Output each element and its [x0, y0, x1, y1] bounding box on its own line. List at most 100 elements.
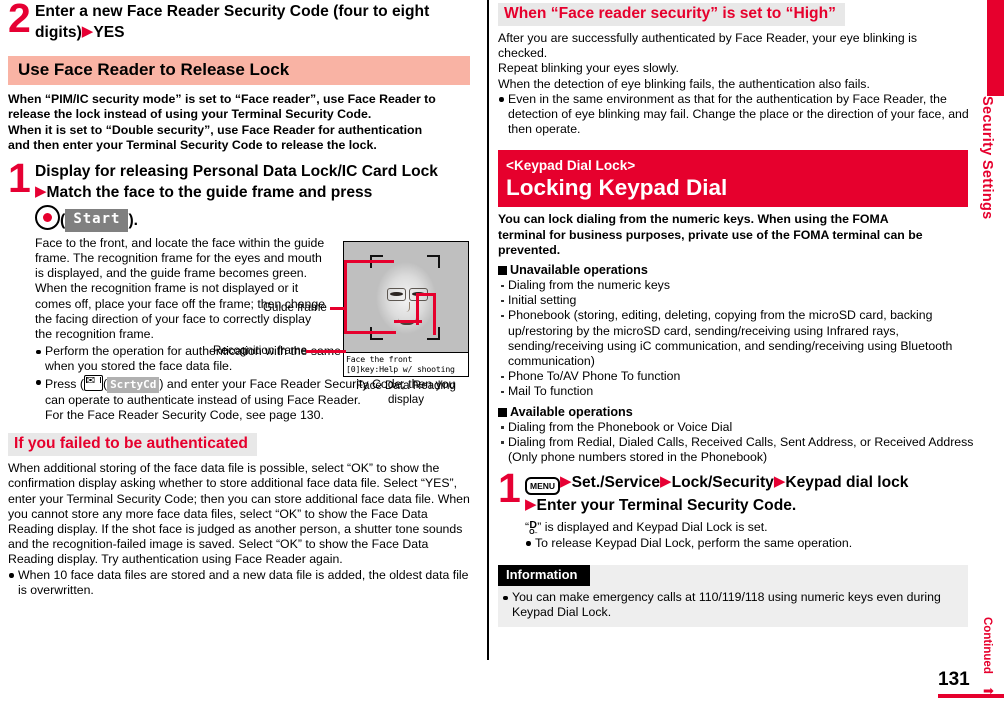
right-column: When “Face reader security” is set to “H… [498, 0, 973, 628]
intro-line-1: release the lock instead of using your T… [8, 107, 372, 122]
step-1-line-1: Display for releasing Personal Data Lock… [35, 163, 438, 180]
step-1-line-3-tail: ). [128, 212, 139, 230]
arrow-icon: ▶ [81, 22, 94, 40]
intro-line-0: When “PIM/IC security mode” is set to “F… [8, 92, 436, 107]
list-item: Dialing from the numeric keys [498, 278, 968, 293]
guide-frame-label: Guide frame [263, 301, 327, 314]
guide-frame-leader-v [344, 260, 347, 334]
recognition-frame-label-line [306, 350, 346, 353]
list-item: Mail To function [498, 384, 968, 399]
section-tab-label: Security Settings [979, 96, 995, 220]
unavailable-section: Unavailable operations Dialing from the … [498, 262, 968, 400]
mail-key-icon [83, 374, 103, 391]
high-security-heading: When “Face reader security” is set to “H… [498, 3, 845, 26]
step-1-text: Display for releasing Personal Data Lock… [35, 162, 478, 232]
information-title: Information [498, 565, 590, 587]
step-1-seg-2: Lock/Security [671, 474, 774, 492]
high-line-1: Repeat blinking your eyes slowly. [498, 61, 679, 76]
menu-key-icon: MENU [525, 477, 561, 496]
face-data-reading-figure: Face the front [0]key:Help w/ shooting F… [343, 241, 469, 407]
step-2-line-1: Enter a new Face Reader Security Code (f… [35, 3, 430, 20]
failed-heading-wrap: If you failed to be authenticated [8, 433, 478, 457]
step-1-seg-3: Keypad dial lock [785, 474, 909, 492]
unavailable-title: Unavailable operations [498, 262, 968, 278]
available-section: Available operations Dialing from the Ph… [498, 404, 973, 466]
section-tab-block [987, 0, 1004, 96]
intro-paragraph: When “PIM/IC security mode” is set to “F… [8, 92, 478, 153]
bullet-item: To release Keypad Dial Lock, perform the… [525, 536, 965, 551]
chapter-intro-line-1: terminal for business purposes, private … [498, 227, 923, 242]
chapter-title: Locking Keypad Dial [506, 175, 728, 201]
list-item: Initial setting [498, 293, 968, 308]
failed-heading: If you failed to be authenticated [8, 433, 257, 457]
bullet-item: When 10 face data files are stored and a… [8, 568, 470, 598]
high-line-0: After you are successfully authenticated… [498, 31, 918, 61]
phone-screenshot: Face the front [0]key:Help w/ shooting [343, 241, 469, 377]
arrow-icon: ▶ [660, 473, 672, 491]
list-item: Phonebook (storing, editing, deleting, c… [498, 308, 970, 369]
step-2-text: Enter a new Face Reader Security Code (f… [35, 2, 478, 42]
list-item: Dialing from the Phonebook or Voice Dial [498, 420, 968, 435]
figure-caption-line-1: Face Data Reading [356, 379, 456, 392]
arrow-icon: ▶ [35, 182, 47, 200]
high-line-2: When the detection of eye blinking fails… [498, 76, 870, 91]
step-1-line-2: Match the face to the guide frame and pr… [46, 183, 373, 201]
chapter-tag: <Keypad Dial Lock> [506, 158, 636, 174]
face-image [344, 242, 468, 352]
step-2: 2 Enter a new Face Reader Security Code … [8, 0, 478, 42]
bullet-item: You can make emergency calls at 110/119/… [502, 590, 967, 620]
section-title-use-face-reader: Use Face Reader to Release Lock [8, 56, 470, 86]
chapter-intro-line-0: You can lock dialing from the numeric ke… [498, 212, 889, 227]
start-softkey-icon: Start [65, 209, 129, 232]
manual-page: 2 Enter a new Face Reader Security Code … [0, 0, 1004, 702]
chapter-header: <Keypad Dial Lock> Locking Keypad Dial [498, 153, 968, 208]
chapter-intro-line-2: prevented. [498, 242, 561, 257]
keypad-lock-icon-note: “D O₋” is displayed and Keypad Dial Lock … [525, 520, 965, 536]
phone-text-line-1: Face the front [346, 354, 413, 364]
step-2-line-2a: digits) [35, 23, 82, 41]
page-number: 131 [938, 669, 970, 690]
information-box: Information You can make emergency calls… [498, 565, 968, 628]
nose [404, 302, 410, 312]
step-1-seg-1: Set./Service [571, 474, 661, 492]
figure-caption-line-2: display [387, 393, 425, 406]
phone-status-text: Face the front [0]key:Help w/ shooting [344, 352, 468, 376]
failed-body: When additional storing of the face data… [8, 461, 470, 567]
face-photo [344, 242, 468, 352]
eye-left [390, 292, 403, 296]
arrow-icon: ▶ [525, 496, 537, 514]
step-1-number: 1 [498, 465, 521, 512]
column-divider [487, 0, 489, 660]
step-1-notes: “D O₋” is displayed and Keypad Dial Lock … [525, 520, 965, 551]
step-1-text: MENU ▶Set./Service▶Lock/Security▶Keypad d… [525, 472, 968, 516]
available-title: Available operations [498, 404, 968, 420]
intro-line-3: and then enter your Terminal Security Co… [8, 137, 377, 152]
list-item: Phone To/AV Phone To function [498, 369, 968, 384]
step-1: 1 Display for releasing Personal Data Lo… [8, 155, 478, 232]
high-heading-wrap: When “Face reader security” is set to “H… [498, 3, 968, 26]
arrow-icon: ▶ [560, 473, 572, 491]
information-body: You can make emergency calls at 110/119/… [498, 586, 968, 628]
recognition-leader-v2 [433, 293, 436, 335]
arrow-icon: ▶ [773, 473, 786, 491]
phone-text-line-2: [0]key:Help w/ shooting [346, 364, 455, 374]
high-paragraph: After you are successfully authenticated… [498, 31, 969, 137]
intro-line-2: When it is set to “Double security”, use… [8, 122, 423, 137]
center-key-icon [35, 205, 60, 231]
step-1-line-2: Enter your Terminal Security Code. [536, 497, 797, 515]
guide-frame-corner-tr [427, 255, 440, 268]
step-2-line-2b: YES [93, 23, 125, 41]
failed-bullet-list: When 10 face data files are stored and a… [8, 568, 470, 598]
step-1-description: Face to the front, and locate the face w… [35, 235, 326, 341]
list-item: Dialing from Redial, Dialed Calls, Recei… [498, 435, 974, 465]
footer-rule [938, 694, 1004, 698]
step-1-number: 1 [8, 155, 31, 201]
icon-note-suffix: ” is displayed and Keypad Dial Lock is s… [537, 519, 768, 534]
scrtycd-softkey-icon: ScrtyCd [107, 376, 160, 393]
guide-frame-leader-h [344, 260, 394, 263]
guide-frame-leader-h2 [344, 331, 396, 334]
chapter-intro: You can lock dialing from the numeric ke… [498, 212, 968, 258]
figure-caption: Face Data Reading display [343, 379, 469, 407]
recognition-frame-label: Recognition frame [213, 344, 308, 357]
guide-frame-label-line [330, 307, 346, 310]
